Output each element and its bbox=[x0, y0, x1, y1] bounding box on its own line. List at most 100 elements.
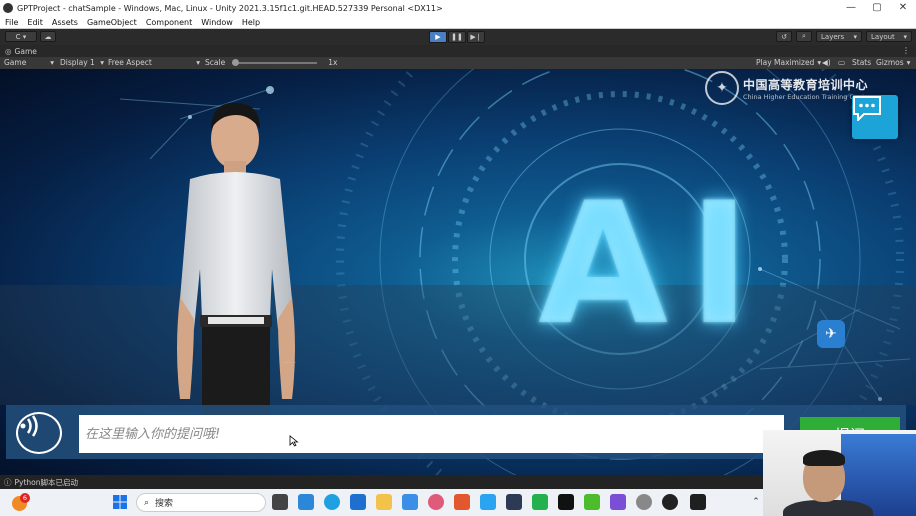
chevron-down-icon: ▾ bbox=[906, 58, 911, 67]
play-mode-label: Play Maximized bbox=[756, 58, 815, 67]
cloud-icon: ☁ bbox=[44, 32, 52, 41]
chevron-down-icon: ▾ bbox=[817, 58, 822, 67]
chevron-down-icon: ▾ bbox=[50, 58, 54, 67]
app-icon-dark[interactable] bbox=[506, 494, 522, 510]
history-icon: ↺ bbox=[781, 32, 787, 41]
mouse-cursor-icon bbox=[289, 435, 299, 447]
pause-button[interactable]: ❚❚ bbox=[448, 31, 466, 43]
emblem-icon: ✦ bbox=[705, 71, 739, 105]
display-dropdown[interactable]: Display 1 ▾ bbox=[60, 58, 104, 67]
view-dropdown[interactable]: Game ▾ bbox=[4, 58, 54, 67]
mail-icon[interactable] bbox=[350, 494, 366, 510]
wechat-icon[interactable] bbox=[532, 494, 548, 510]
tab-bar: ◎ Game ⋮ bbox=[0, 45, 916, 57]
notification-badge: 6 bbox=[20, 493, 30, 503]
chevron-down-icon: ▾ bbox=[196, 58, 200, 67]
terminal-icon[interactable] bbox=[690, 494, 706, 510]
start-button[interactable] bbox=[112, 494, 128, 510]
layout-label: Layout bbox=[871, 32, 895, 41]
edge-browser-icon[interactable] bbox=[324, 494, 340, 510]
status-message[interactable]: Python脚本已启动 bbox=[15, 477, 79, 488]
vsync-button[interactable]: ▭ bbox=[838, 58, 845, 67]
menu-file[interactable]: File bbox=[5, 18, 18, 27]
aspect-label: Free Aspect bbox=[108, 58, 152, 67]
unity-app-icon bbox=[3, 3, 13, 13]
cloud-button[interactable]: ☁ bbox=[40, 31, 56, 42]
app-icon-gray[interactable] bbox=[636, 494, 652, 510]
task-view-icon[interactable] bbox=[272, 494, 288, 510]
scale-slider[interactable] bbox=[232, 58, 318, 66]
notification-widget[interactable]: 6 bbox=[12, 493, 30, 511]
scale-control: Scale 1x bbox=[205, 58, 337, 67]
logo-chinese-text: 中国高等教育培训中心 bbox=[743, 77, 869, 92]
play-icon: ▶ bbox=[435, 33, 441, 41]
file-explorer-icon[interactable] bbox=[376, 494, 392, 510]
taskbar-search-placeholder: 搜索 bbox=[155, 499, 174, 509]
menu-help[interactable]: Help bbox=[242, 18, 260, 27]
window-titlebar: GPTProject - chatSample - Windows, Mac, … bbox=[0, 0, 916, 16]
chat-bubble-icon bbox=[853, 96, 881, 121]
widgets-icon[interactable] bbox=[298, 494, 314, 510]
avatar-3d-character bbox=[177, 102, 295, 439]
maximize-button[interactable]: ▢ bbox=[864, 0, 890, 16]
capcut-icon[interactable] bbox=[558, 494, 574, 510]
chat-button[interactable] bbox=[852, 95, 898, 139]
feishu-icon[interactable] bbox=[402, 494, 418, 510]
ai-hologram-text: AI bbox=[538, 166, 771, 362]
account-label: C ▾ bbox=[15, 32, 27, 41]
menu-gameobject[interactable]: GameObject bbox=[87, 18, 137, 27]
mute-audio-button[interactable]: ◀) bbox=[822, 58, 831, 67]
minimize-button[interactable]: — bbox=[838, 0, 864, 16]
account-dropdown[interactable]: C ▾ bbox=[5, 31, 37, 42]
app-icon-green[interactable] bbox=[584, 494, 600, 510]
menu-edit[interactable]: Edit bbox=[27, 18, 43, 27]
game-viewport: AI ······· ✦ 中国高等教育培训中心 China Higher Edu… bbox=[0, 69, 916, 475]
powerpoint-icon[interactable] bbox=[454, 494, 470, 510]
search-icon: ⌕ bbox=[144, 497, 150, 508]
speaker-icon: ◀) bbox=[822, 58, 831, 67]
visual-studio-icon[interactable] bbox=[610, 494, 626, 510]
voice-input-button[interactable] bbox=[16, 412, 62, 454]
presenter-hair bbox=[803, 450, 845, 466]
search-button[interactable]: ⌕ bbox=[796, 31, 812, 42]
pause-icon: ❚❚ bbox=[451, 33, 463, 41]
question-input[interactable] bbox=[79, 415, 784, 453]
floating-app-button[interactable]: ✈ bbox=[817, 320, 845, 348]
stats-button[interactable]: Stats bbox=[852, 58, 871, 67]
info-icon: ⓘ bbox=[4, 477, 12, 487]
toolbar-right: ↺ ⌕ Layers ▾ Layout ▾ bbox=[776, 31, 912, 42]
menu-component[interactable]: Component bbox=[146, 18, 192, 27]
unity-taskbar-icon[interactable] bbox=[662, 494, 678, 510]
menu-assets[interactable]: Assets bbox=[52, 18, 78, 27]
gamepad-icon: ◎ bbox=[5, 46, 12, 56]
app-icon-pink[interactable] bbox=[428, 494, 444, 510]
gizmos-dropdown[interactable]: Gizmos ▾ bbox=[876, 58, 910, 67]
chevron-down-icon: ▾ bbox=[853, 32, 857, 41]
org-logo: ✦ 中国高等教育培训中心 China Higher Education Trai… bbox=[705, 71, 871, 105]
step-button[interactable]: ▶❘ bbox=[467, 31, 485, 43]
close-button[interactable]: ✕ bbox=[890, 0, 916, 16]
windows-logo-icon bbox=[113, 495, 127, 509]
chevron-down-icon: ▾ bbox=[903, 32, 907, 41]
app-icon-blue[interactable] bbox=[480, 494, 496, 510]
tab-game[interactable]: ◎ Game bbox=[5, 47, 37, 56]
layers-label: Layers bbox=[821, 32, 845, 41]
layers-dropdown[interactable]: Layers ▾ bbox=[816, 31, 862, 42]
main-toolbar: C ▾ ☁ ▶ ❚❚ ▶❘ ↺ ⌕ Layers ▾ Layout ▾ bbox=[0, 29, 916, 45]
bird-icon: ✈ bbox=[825, 326, 837, 342]
play-button[interactable]: ▶ bbox=[429, 31, 447, 43]
chevron-up-icon[interactable]: ⌃ bbox=[748, 494, 764, 510]
history-button[interactable]: ↺ bbox=[776, 31, 792, 42]
play-mode-dropdown[interactable]: Play Maximized ▾ bbox=[756, 58, 821, 67]
webcam-overlay bbox=[763, 430, 916, 516]
translucent-band bbox=[0, 285, 916, 405]
taskbar-search[interactable]: ⌕ 搜索 bbox=[136, 493, 266, 512]
chevron-down-icon: ▾ bbox=[100, 58, 104, 67]
layout-dropdown[interactable]: Layout ▾ bbox=[866, 31, 912, 42]
menu-window[interactable]: Window bbox=[201, 18, 233, 27]
scale-value: 1x bbox=[328, 58, 338, 67]
presenter-body bbox=[783, 500, 873, 516]
more-options-icon[interactable]: ⋮ bbox=[902, 46, 910, 55]
aspect-dropdown[interactable]: Free Aspect ▾ bbox=[108, 58, 200, 67]
window-title: GPTProject - chatSample - Windows, Mac, … bbox=[17, 3, 443, 13]
